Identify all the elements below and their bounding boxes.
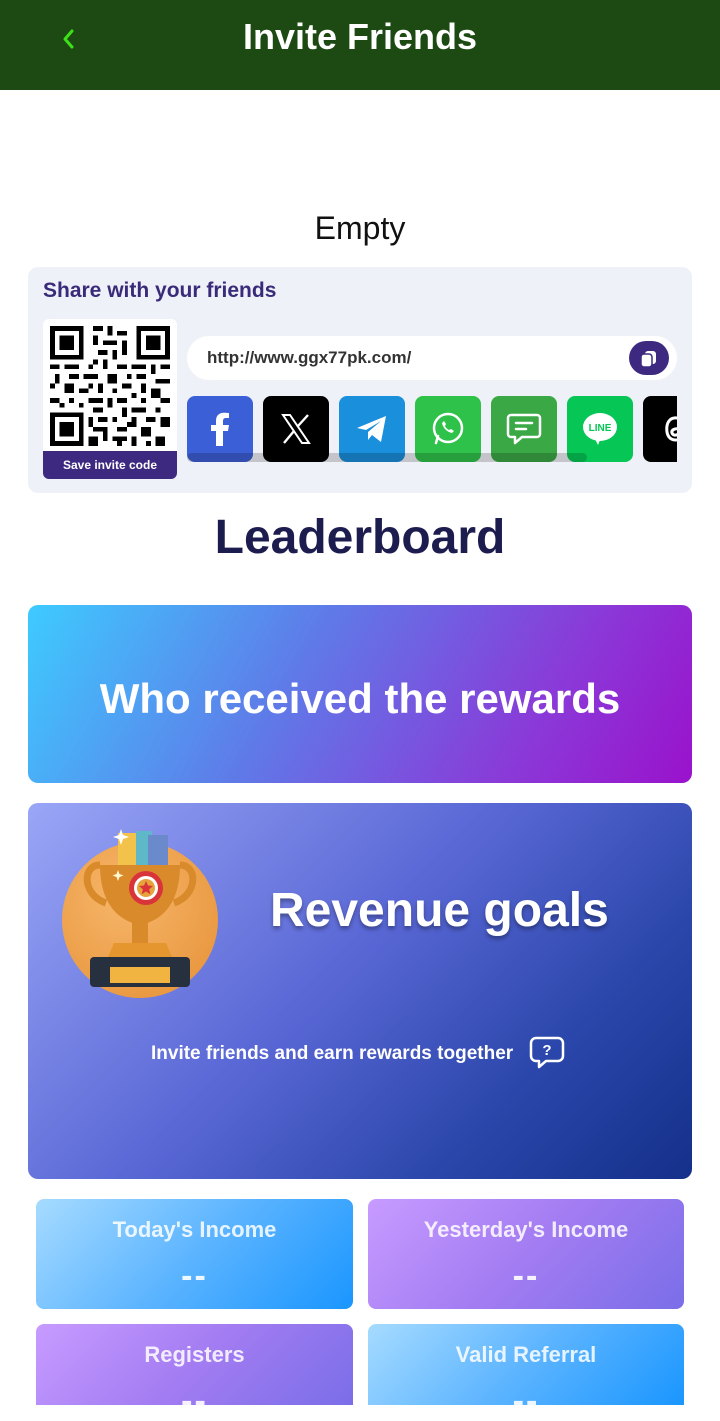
revenue-goals-title: Revenue goals — [270, 884, 609, 937]
revenue-goals-card: Revenue goals Invite friends and earn re… — [28, 803, 692, 1179]
stat-label: Today's Income — [112, 1217, 277, 1242]
svg-text:?: ? — [542, 1042, 551, 1059]
stat-value: -- — [181, 1382, 208, 1420]
app-header: Invite Friends — [0, 0, 720, 90]
copy-link-button[interactable] — [629, 341, 669, 375]
revenue-help-button[interactable]: ? — [528, 1035, 566, 1076]
question-bubble-icon: ? — [529, 1036, 565, 1069]
leaderboard-title: Leaderboard — [214, 511, 506, 564]
invite-link-text: http://www.ggx77pk.com/ — [207, 348, 412, 367]
stat-today-income: Today's Income -- — [36, 1199, 353, 1309]
share-threads-button[interactable] — [643, 396, 677, 462]
stat-label: Yesterday's Income — [423, 1217, 629, 1242]
rewards-banner-text: Who received the rewards — [99, 675, 621, 722]
copy-icon — [640, 351, 656, 368]
save-invite-code-button[interactable]: Save invite code — [43, 451, 177, 479]
stat-label: Registers — [144, 1342, 245, 1367]
stat-valid-referral: Valid Referral -- — [368, 1324, 684, 1420]
invite-link-field[interactable]: http://www.ggx77pk.com/ — [187, 336, 677, 380]
social-row-scrollbar[interactable] — [187, 453, 587, 462]
trophy-icon — [62, 829, 218, 998]
stat-label: Valid Referral — [455, 1342, 597, 1367]
page-title: Invite Friends — [242, 16, 478, 57]
line-label: LINE — [589, 423, 612, 434]
stat-yesterday-income: Yesterday's Income -- — [368, 1199, 684, 1309]
stat-value: -- — [181, 1257, 208, 1295]
qr-code — [50, 326, 170, 446]
share-title: Share with your friends — [43, 279, 277, 302]
stat-registers: Registers -- — [36, 1324, 353, 1420]
qr-code-box: Save invite code — [43, 319, 177, 479]
rewards-recipients-banner[interactable]: Who received the rewards — [28, 605, 692, 783]
threads-icon — [665, 416, 677, 442]
stat-value: -- — [512, 1257, 540, 1295]
empty-state-text: Empty — [314, 210, 406, 246]
stat-value: -- — [512, 1382, 540, 1420]
revenue-goals-subtitle: Invite friends and earn rewards together — [151, 1043, 514, 1064]
share-card: Share with your friends Save invite code… — [28, 267, 692, 493]
